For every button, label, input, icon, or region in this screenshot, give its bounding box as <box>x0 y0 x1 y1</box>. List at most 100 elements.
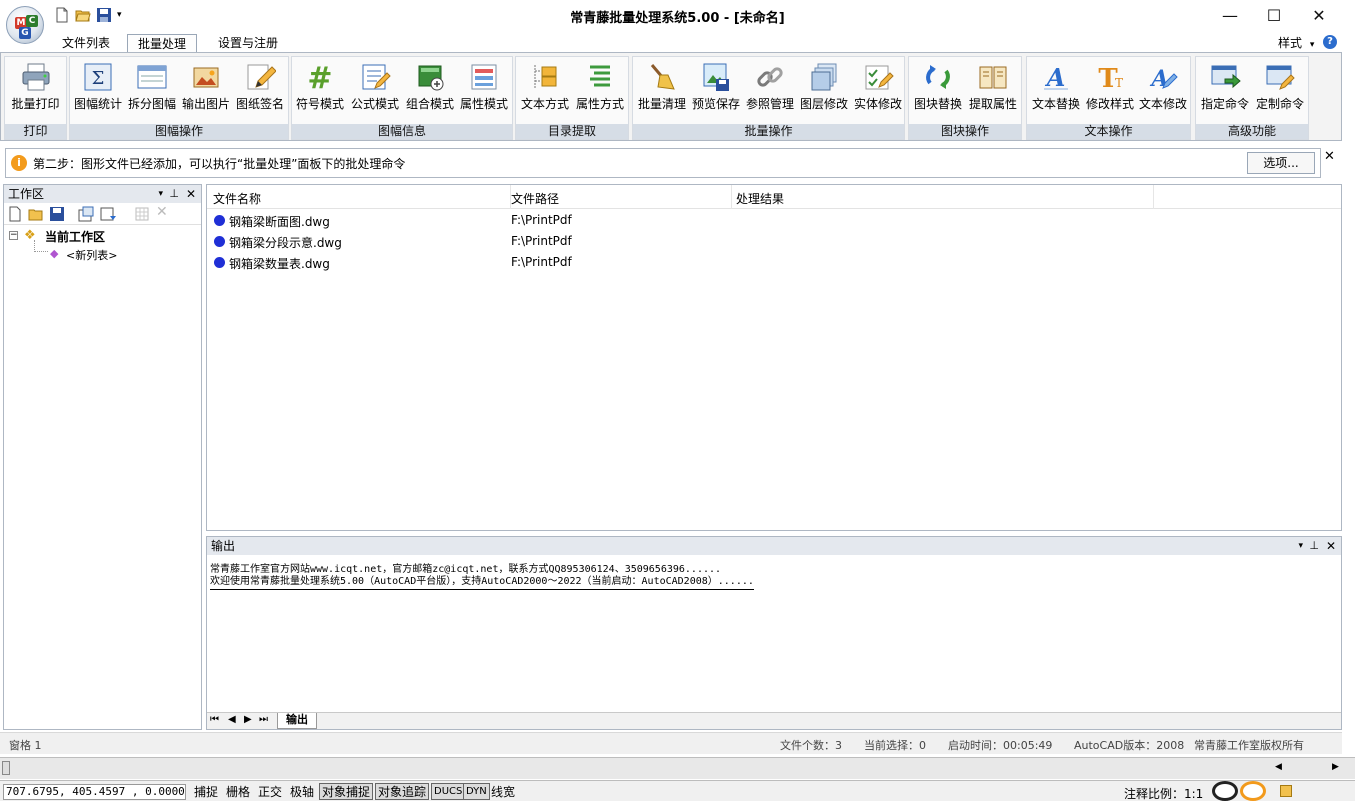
toggle-polar[interactable]: 极轴 <box>287 783 317 800</box>
table-row[interactable]: 钢箱梁断面图.dwg F:\PrintPdf <box>207 210 1341 231</box>
formula-mode-button[interactable]: 公式模式 <box>349 59 401 113</box>
toggle-snap[interactable]: 捕捉 <box>191 783 221 800</box>
combine-mode-button[interactable]: 组合模式 <box>404 59 456 113</box>
toggle-otrack[interactable]: 对象追踪 <box>375 783 430 800</box>
svg-text:#: # <box>307 61 332 93</box>
open-folder-icon[interactable] <box>75 7 91 23</box>
panel-menu-icon[interactable]: ▾ <box>158 185 163 203</box>
quick-access-dropdown-icon[interactable]: ▾ <box>117 7 133 23</box>
new-list-icon[interactable] <box>8 206 22 225</box>
toggle-ortho[interactable]: 正交 <box>255 783 285 800</box>
coordinate-readout[interactable]: 707.6795, 405.4597 , 0.0000 <box>3 784 186 800</box>
output-tab[interactable]: 输出 <box>277 713 317 729</box>
new-file-icon[interactable] <box>54 7 70 23</box>
pin-icon[interactable]: ⊥ <box>169 185 179 203</box>
attribute-mode-button[interactable]: 属性模式 <box>458 59 510 113</box>
group-label-frame-info: 图幅信息 <box>292 124 512 139</box>
panel-menu-icon[interactable]: ▾ <box>1298 537 1303 555</box>
command-run-icon <box>1209 61 1241 93</box>
first-page-icon[interactable]: ⏮ <box>210 714 219 725</box>
batch-print-button[interactable]: 批量打印 <box>8 59 63 113</box>
next-page-icon[interactable]: ▶ <box>244 714 252 725</box>
batch-clean-button[interactable]: 批量清理 <box>636 59 688 113</box>
picture-icon <box>190 61 222 93</box>
output-panel: 输出 ▾ ⊥ ✕ 常青藤工作室官方网站www.icqt.net，官方邮箱zc@i… <box>206 536 1342 730</box>
tab-settings-register[interactable]: 设置与注册 <box>208 34 288 53</box>
entity-modify-label: 实体修改 <box>853 97 902 111</box>
save-list-icon[interactable] <box>49 206 65 225</box>
pin-icon[interactable]: ⊥ <box>1309 537 1319 555</box>
import-icon[interactable] <box>100 206 118 225</box>
scroll-handle[interactable] <box>2 761 10 775</box>
workspace-root-label[interactable]: 当前工作区 <box>45 228 105 245</box>
broom-icon <box>646 61 678 93</box>
style-menu[interactable]: 样式 ▾ <box>1278 34 1314 51</box>
toggle-osnap[interactable]: 对象捕捉 <box>319 783 374 800</box>
toggle-dyn[interactable]: DYN <box>463 783 490 800</box>
file-count: 文件个数：3 <box>780 739 842 752</box>
attribute-mode-label: 属性模式 <box>459 97 508 111</box>
symbol-mode-button[interactable]: # 符号模式 <box>294 59 346 113</box>
info-close-button[interactable]: ✕ <box>1324 149 1335 164</box>
group-label-text-ops: 文本操作 <box>1027 124 1190 139</box>
drawing-sign-button[interactable]: 图纸签名 <box>234 59 286 113</box>
workspace-child-label[interactable]: <新列表> <box>66 247 117 263</box>
properties-icon[interactable] <box>78 206 94 225</box>
panel-close-icon[interactable]: ✕ <box>186 185 196 203</box>
panel-close-icon[interactable]: ✕ <box>1326 537 1336 555</box>
column-header-path[interactable]: 文件路径 <box>511 190 559 207</box>
specified-command-button[interactable]: 指定命令 <box>1199 59 1251 113</box>
text-method-button[interactable]: 文本方式 <box>519 59 571 113</box>
entity-modify-button[interactable]: 实体修改 <box>852 59 904 113</box>
frame-stats-button[interactable]: Σ 图幅统计 <box>72 59 124 113</box>
modify-style-button[interactable]: TT 修改样式 <box>1084 59 1136 113</box>
save-disk-icon[interactable] <box>96 7 112 23</box>
list-lines-icon <box>584 61 616 93</box>
toggle-lineweight[interactable]: 线宽 <box>488 783 518 800</box>
toggle-ducs[interactable]: DUCS <box>431 783 466 800</box>
workspace-tree: − ❖ 当前工作区 ◆ <新列表> <box>4 225 201 425</box>
app-menu-orb[interactable]: M C G <box>6 6 44 44</box>
annotation-scale[interactable]: 注释比例：1:1 <box>1124 785 1203 801</box>
custom-command-button[interactable]: 定制命令 <box>1254 59 1306 113</box>
xref-manage-button[interactable]: 参照管理 <box>744 59 796 113</box>
group-print: 批量打印 打印 <box>4 56 67 140</box>
text-modify-button[interactable]: A 文本修改 <box>1137 59 1189 113</box>
attribute-method-button[interactable]: 属性方式 <box>574 59 626 113</box>
block-replace-button[interactable]: 图块替换 <box>912 59 964 113</box>
command-custom-icon <box>1264 61 1296 93</box>
ribbon-tabs: 文件列表 批量处理 设置与注册 样式 ▾ ? <box>0 33 1355 53</box>
extract-attributes-button[interactable]: 提取属性 <box>967 59 1019 113</box>
command-scrollbar[interactable]: ◀ ▶ <box>0 757 1355 779</box>
tab-batch-process[interactable]: 批量处理 <box>127 34 198 53</box>
text-replace-button[interactable]: A 文本替换 <box>1030 59 1082 113</box>
book-icon <box>977 61 1009 93</box>
workspace-title: 工作区 <box>8 187 45 201</box>
preview-save-button[interactable]: 预览保存 <box>690 59 742 113</box>
layer-modify-button[interactable]: 图层修改 <box>798 59 850 113</box>
last-page-icon[interactable]: ⏭ <box>259 714 268 725</box>
tab-file-list[interactable]: 文件列表 <box>52 34 120 53</box>
scroll-left-icon[interactable]: ◀ <box>1275 762 1282 772</box>
open-list-icon[interactable] <box>28 206 44 225</box>
column-header-name[interactable]: 文件名称 <box>213 190 261 207</box>
minimize-button[interactable]: — <box>1207 0 1253 30</box>
maximize-button[interactable]: ☐ <box>1251 0 1297 30</box>
close-button[interactable]: ✕ <box>1296 0 1342 30</box>
output-title: 输出 <box>211 539 236 553</box>
column-header-result[interactable]: 处理结果 <box>736 190 784 207</box>
scroll-right-icon[interactable]: ▶ <box>1332 762 1339 772</box>
prev-page-icon[interactable]: ◀ <box>228 714 236 725</box>
options-button[interactable]: 选项... <box>1247 152 1315 174</box>
lock-icon[interactable] <box>1280 785 1292 797</box>
entity-edit-icon <box>862 61 894 93</box>
group-frame-ops: Σ 图幅统计 拆分图幅 输出图片 图纸签名 图幅操作 <box>69 56 289 140</box>
tree-collapse-icon[interactable]: − <box>9 231 18 240</box>
table-row[interactable]: 钢箱梁分段示意.dwg F:\PrintPdf <box>207 231 1341 252</box>
table-row[interactable]: 钢箱梁数量表.dwg F:\PrintPdf <box>207 252 1341 273</box>
title-bar: 常青藤批量处理系统5.00 - [未命名] ▾ — ☐ ✕ <box>0 0 1355 33</box>
help-icon[interactable]: ? <box>1323 35 1337 49</box>
split-frame-button[interactable]: 拆分图幅 <box>126 59 178 113</box>
toggle-grid[interactable]: 栅格 <box>223 783 253 800</box>
export-image-button[interactable]: 输出图片 <box>180 59 232 113</box>
